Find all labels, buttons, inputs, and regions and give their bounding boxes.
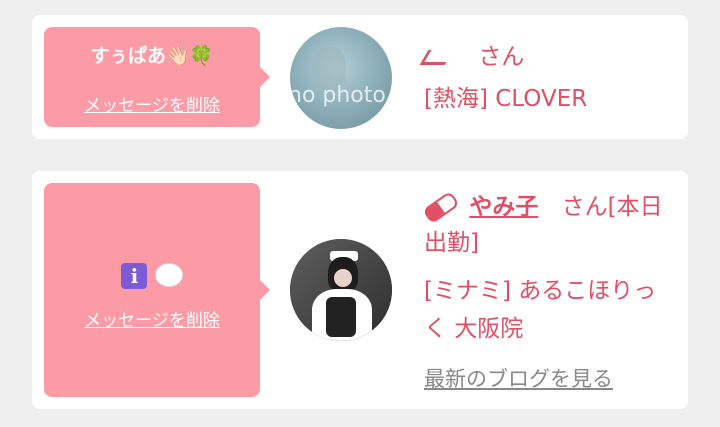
shop-name[interactable]: [ミナミ] あるこほりっ (424, 271, 664, 305)
shift-status: 出勤] (424, 230, 479, 256)
san-label: さん (478, 44, 525, 70)
staff-name-link[interactable]: やみ子 (469, 194, 538, 220)
avatar-placeholder-text: no photo (290, 83, 386, 108)
message-bubble: すぅぱあ👋🏻🍀 メッセージを削除 (44, 27, 270, 127)
message-bubble: i メッセージを削除 (44, 183, 270, 397)
message-card: すぅぱあ👋🏻🍀 メッセージを削除 no photo さん [熱海] CLOVER (32, 15, 688, 139)
pill-icon (422, 190, 460, 225)
delete-message-link[interactable]: メッセージを削除 (44, 91, 260, 116)
avatar[interactable]: no photo (290, 27, 392, 129)
delete-message-link[interactable]: メッセージを削除 (44, 306, 260, 331)
latest-blog-link[interactable]: 最新のブログを見る (424, 363, 613, 393)
shop-name-cont[interactable]: く 大阪院 (424, 309, 664, 343)
shop-name[interactable]: [熱海] CLOVER (424, 79, 587, 113)
avatar[interactable] (290, 239, 392, 341)
name-glyph (419, 50, 454, 65)
message-emoji: i (44, 263, 260, 291)
info-icon: i (121, 263, 148, 289)
message-text: すぅぱあ👋🏻🍀 (90, 45, 214, 67)
message-card: i メッセージを削除 やみ子 さん[本日 出勤] [ミナミ] あるこほりっ く … (32, 171, 688, 409)
speech-bubble-icon (154, 263, 183, 287)
san-label: さん[本日 (561, 194, 663, 220)
